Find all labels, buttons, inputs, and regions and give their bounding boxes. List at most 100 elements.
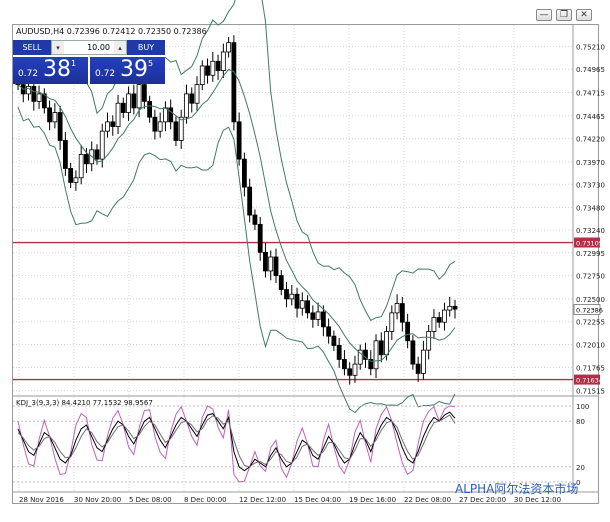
- price-tag-label: 0.72386: [576, 307, 603, 315]
- candle-body: [173, 121, 179, 141]
- candle-body: [315, 311, 321, 320]
- sell-price-prefix: 0.72: [18, 69, 39, 79]
- candle-body: [426, 331, 432, 351]
- buy-price-sup: 5: [148, 59, 154, 68]
- candle-body: [73, 177, 79, 183]
- time-tick-label: 22 Dec 08:00: [404, 496, 451, 504]
- candle-body: [442, 309, 447, 323]
- candle-body: [305, 300, 310, 314]
- price-tick-label: 0.71515: [576, 388, 605, 396]
- time-tick-label: 8 Dec 00:00: [184, 496, 227, 504]
- candle-body: [268, 256, 274, 272]
- candle-body: [194, 84, 200, 104]
- candle-body: [236, 121, 242, 160]
- chart-window: — ❐ ✕ 0.75210 0.74965 0.74715 0.74465 0.7422…: [0, 0, 610, 522]
- candle-body: [141, 84, 147, 102]
- time-tick-label: 15 Dec 04:00: [294, 496, 341, 504]
- candle-body: [178, 116, 184, 141]
- price-tick-label: 0.73730: [576, 181, 605, 189]
- time-tick-label: 28 Nov 2016: [19, 496, 64, 504]
- time-tick-label: 30 Dec 12:00: [514, 496, 561, 504]
- candle-body: [326, 326, 332, 337]
- candle-body: [84, 154, 89, 165]
- sell-button[interactable]: SELL: [13, 40, 51, 55]
- candle-body: [278, 275, 284, 290]
- candle-body: [452, 305, 458, 310]
- candle-body: [210, 60, 216, 76]
- candle-body: [68, 168, 74, 183]
- candle-body: [263, 251, 268, 272]
- sell-price-sup: 1: [71, 59, 77, 68]
- candle-body: [284, 289, 289, 300]
- candle-body: [231, 42, 237, 123]
- candle-body: [99, 130, 105, 160]
- kdj-indicator-label: KDJ_3(9,3,3) 84.4210 77.1532 98.9567: [16, 399, 153, 407]
- price-tick-label: 0.73240: [576, 227, 605, 235]
- price-tick-label: 0.73480: [576, 205, 605, 213]
- candle-body: [163, 107, 168, 123]
- kdj-tick-label: 80: [576, 418, 585, 426]
- candle-body: [299, 300, 305, 309]
- time-tick-label: 5 Dec 08:00: [129, 496, 172, 504]
- kdj-tick-label: 20: [576, 464, 585, 472]
- candle-body: [410, 340, 416, 365]
- candle-body: [399, 303, 405, 323]
- candle-body: [47, 107, 52, 123]
- buy-price-box[interactable]: 0.72 39 5: [90, 57, 165, 84]
- candle-body: [352, 363, 358, 376]
- lot-size-control[interactable]: ▾ ▴: [51, 40, 127, 55]
- candle-body: [26, 86, 31, 95]
- time-tick-label: 27 Dec 20:00: [459, 496, 506, 504]
- buy-button[interactable]: BUY: [127, 40, 165, 55]
- candle-body: [94, 149, 100, 160]
- candle-body: [310, 312, 316, 320]
- candle-body: [57, 112, 63, 141]
- price-tick-label: 0.73970: [576, 159, 605, 167]
- price-tick-label: 0.72500: [576, 296, 605, 304]
- candle-body: [378, 340, 384, 356]
- price-tick-label: 0.74465: [576, 113, 605, 121]
- time-tick-label: 30 Nov 20:00: [74, 496, 121, 504]
- candle-body: [257, 223, 263, 253]
- candle-body: [294, 293, 300, 309]
- price-tick-label: 0.74715: [576, 90, 605, 98]
- candle-body: [131, 93, 137, 109]
- candle-body: [199, 65, 205, 85]
- candle-body: [373, 340, 379, 370]
- price-tag-label: 0.73105: [576, 240, 603, 248]
- candle-body: [415, 363, 421, 374]
- candle-body: [252, 214, 258, 225]
- candle-body: [331, 335, 337, 346]
- candle-body: [436, 317, 442, 323]
- watermark: ALPHA阿尔法资本市场: [455, 482, 579, 496]
- candle-body: [320, 311, 326, 328]
- candle-body: [78, 154, 84, 179]
- price-tick-label: 0.71765: [576, 364, 605, 372]
- candle-body: [136, 84, 142, 109]
- price-tick-label: 0.72010: [576, 342, 605, 350]
- lot-increase-icon[interactable]: ▴: [114, 41, 126, 54]
- price-tick-label: 0.74220: [576, 136, 605, 144]
- candle-body: [184, 93, 189, 118]
- time-tick-label: 19 Dec 16:00: [349, 496, 396, 504]
- chart-title: AUDUSD,H4 0.72396 0.72412 0.72350 0.7238…: [16, 27, 207, 36]
- price-tick-label: 0.72995: [576, 250, 605, 258]
- lot-size-input[interactable]: [64, 43, 114, 52]
- candle-body: [241, 158, 247, 188]
- one-click-trade-panel: SELL ▾ ▴ BUY 0.72 38 1 0.72 39 5: [13, 40, 165, 84]
- price-tick-label: 0.72255: [576, 319, 605, 327]
- candle-body: [36, 93, 42, 102]
- kdj-tick-label: 100: [576, 403, 589, 411]
- candle-body: [347, 368, 353, 376]
- price-tick-label: 0.72750: [576, 273, 605, 281]
- candle-body: [120, 102, 126, 113]
- candle-body: [447, 305, 453, 311]
- sell-price-box[interactable]: 0.72 38 1: [13, 57, 88, 84]
- candle-body: [147, 100, 153, 118]
- kdj-j-line: [17, 405, 456, 483]
- candle-body: [421, 349, 426, 374]
- candle-body: [168, 107, 174, 123]
- candle-body: [336, 345, 342, 360]
- lot-decrease-icon[interactable]: ▾: [52, 41, 64, 54]
- candle-body: [31, 86, 37, 102]
